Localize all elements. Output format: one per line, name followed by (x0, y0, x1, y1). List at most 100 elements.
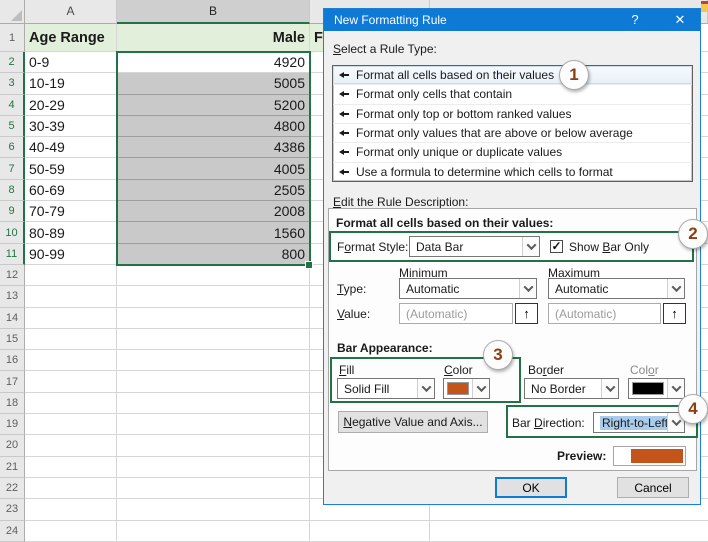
cell-col-a[interactable] (25, 393, 117, 414)
minimum-type-dropdown[interactable]: Automatic (399, 278, 537, 299)
row-header[interactable]: 21 (0, 457, 25, 478)
chevron-down-icon[interactable] (667, 379, 684, 398)
cell-col-b[interactable] (117, 308, 310, 329)
rule-type-option[interactable]: Format only cells that contain (333, 85, 692, 104)
rule-type-option[interactable]: Use a formula to determine which cells t… (333, 163, 692, 181)
rule-type-option[interactable]: Format only top or bottom ranked values (333, 105, 692, 124)
chevron-down-icon[interactable] (417, 379, 434, 398)
cell-col-a[interactable]: 0-9 (25, 52, 117, 73)
cell-col-b[interactable]: 4800 (117, 116, 310, 137)
cell-col-a[interactable] (25, 350, 117, 371)
cell-col-a[interactable]: 20-29 (25, 95, 117, 116)
cell-col-a[interactable]: 80-89 (25, 222, 117, 243)
row-header[interactable]: 5 (0, 116, 25, 137)
negative-value-axis-button[interactable]: Negative Value and Axis... (338, 411, 488, 433)
cell-col-b[interactable] (117, 393, 310, 414)
cell-col-b[interactable]: 800 (117, 244, 310, 265)
cell-col-b[interactable]: 4005 (117, 158, 310, 179)
border-color-dropdown[interactable] (628, 378, 685, 399)
row-header[interactable]: 9 (0, 201, 25, 222)
rule-type-option[interactable]: Format all cells based on their values (333, 66, 692, 85)
cell-col-c[interactable] (310, 521, 430, 542)
cell-col-b[interactable]: 4386 (117, 137, 310, 158)
cell-col-b[interactable] (117, 265, 310, 286)
cell-col-b[interactable] (117, 478, 310, 499)
chevron-down-icon[interactable] (522, 237, 539, 256)
cell-col-b[interactable]: 4920 (117, 52, 310, 73)
cell-col-b[interactable]: 1560 (117, 222, 310, 243)
cancel-button[interactable]: Cancel (617, 477, 689, 498)
cell-col-b[interactable] (117, 350, 310, 371)
cell-col-b[interactable] (117, 521, 310, 542)
chevron-down-icon[interactable] (472, 379, 489, 398)
cell-col-a[interactable]: 10-19 (25, 73, 117, 94)
cell-col-a[interactable] (25, 457, 117, 478)
cell-col-b[interactable] (117, 435, 310, 456)
selection-fill-handle[interactable] (305, 261, 313, 269)
cell-col-b[interactable]: 2008 (117, 201, 310, 222)
cell-col-a[interactable] (25, 329, 117, 350)
select-all-corner[interactable] (0, 0, 25, 24)
row-header[interactable]: 4 (0, 95, 25, 116)
cell-col-a[interactable]: Age Range (25, 24, 117, 52)
column-header-a[interactable]: A (25, 0, 117, 24)
format-style-dropdown[interactable]: Data Bar (409, 236, 540, 257)
row-header[interactable]: 22 (0, 478, 25, 499)
row-header[interactable]: 23 (0, 499, 25, 520)
cell-col-a[interactable] (25, 499, 117, 520)
cell-col-a[interactable] (25, 478, 117, 499)
cell-col-a[interactable] (25, 308, 117, 329)
row-header[interactable]: 3 (0, 73, 25, 94)
show-bar-only-checkbox[interactable]: ✓ (550, 240, 563, 253)
cell-col-b[interactable]: 2505 (117, 180, 310, 201)
cell-col-b[interactable]: 5200 (117, 95, 310, 116)
row-header[interactable]: 18 (0, 393, 25, 414)
rule-type-option[interactable]: Format only values that are above or bel… (333, 124, 692, 143)
cell-col-a[interactable] (25, 521, 117, 542)
row-header[interactable]: 16 (0, 350, 25, 371)
minimum-value-field[interactable]: (Automatic) (399, 303, 513, 324)
dialog-titlebar[interactable]: New Formatting Rule ? ✕ (324, 9, 700, 31)
row-header[interactable]: 19 (0, 414, 25, 435)
column-header-b[interactable]: B (117, 0, 310, 24)
border-dropdown[interactable]: No Border (524, 378, 619, 399)
chevron-down-icon[interactable] (601, 379, 618, 398)
close-icon[interactable]: ✕ (672, 12, 688, 28)
chevron-down-icon[interactable] (519, 279, 536, 298)
maximum-type-dropdown[interactable]: Automatic (548, 278, 685, 299)
row-header[interactable]: 6 (0, 137, 25, 158)
cell-col-b[interactable] (117, 499, 310, 520)
cell-col-a[interactable]: 90-99 (25, 244, 117, 265)
fill-dropdown[interactable]: Solid Fill (337, 378, 435, 399)
chevron-down-icon[interactable] (667, 279, 684, 298)
help-icon[interactable]: ? (627, 12, 643, 27)
row-header[interactable]: 1 (0, 24, 25, 52)
cell-col-a[interactable] (25, 414, 117, 435)
row-header[interactable]: 10 (0, 222, 25, 243)
cell-col-a[interactable]: 70-79 (25, 201, 117, 222)
maximum-value-field[interactable]: (Automatic) (548, 303, 661, 324)
row-header[interactable]: 17 (0, 371, 25, 392)
cell-col-b[interactable] (117, 414, 310, 435)
row-header[interactable]: 20 (0, 435, 25, 456)
cell-col-b[interactable] (117, 457, 310, 478)
row-header[interactable]: 14 (0, 308, 25, 329)
fill-color-dropdown[interactable] (443, 378, 490, 399)
cell-col-a[interactable]: 30-39 (25, 116, 117, 137)
cell-col-b[interactable]: 5005 (117, 73, 310, 94)
row-header[interactable]: 11 (0, 244, 25, 265)
bar-direction-dropdown[interactable]: Right-to-Left (593, 412, 685, 433)
row-header[interactable]: 8 (0, 180, 25, 201)
cell-col-b[interactable]: Male (117, 24, 310, 52)
cell-col-b[interactable] (117, 329, 310, 350)
cell-col-b[interactable] (117, 286, 310, 307)
cell-col-b[interactable] (117, 371, 310, 392)
maximum-collapse-button[interactable]: ↑ (663, 303, 686, 324)
cell-col-a[interactable] (25, 286, 117, 307)
cell-col-a[interactable] (25, 435, 117, 456)
row-header[interactable]: 12 (0, 265, 25, 286)
rule-type-option[interactable]: Format only unique or duplicate values (333, 143, 692, 162)
cell-col-a[interactable]: 60-69 (25, 180, 117, 201)
row-header[interactable]: 15 (0, 329, 25, 350)
row-header[interactable]: 24 (0, 521, 25, 542)
